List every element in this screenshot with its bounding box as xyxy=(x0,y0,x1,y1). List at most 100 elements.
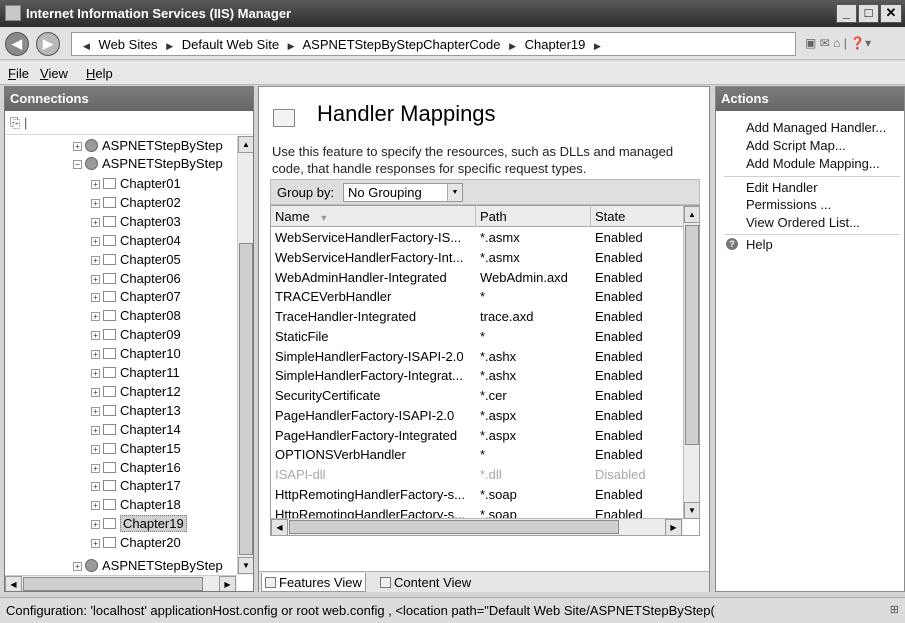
expand-icon[interactable]: + xyxy=(91,482,100,492)
expand-icon[interactable]: + xyxy=(91,180,100,189)
expand-icon[interactable]: + xyxy=(91,425,100,435)
scroll-thumb[interactable] xyxy=(239,243,253,555)
tree-item-chapter[interactable]: + Chapter04 xyxy=(91,232,181,250)
chevron-right-icon[interactable]: ▶ xyxy=(161,41,178,51)
table-row[interactable]: OPTIONSVerbHandler * Enabled xyxy=(271,445,683,465)
expand-icon[interactable]: + xyxy=(73,142,82,151)
column-header-path[interactable]: Path xyxy=(476,206,591,227)
tree-item-chapter[interactable]: + Chapter02 xyxy=(91,194,181,212)
breadcrumb-item[interactable]: Chapter19 xyxy=(525,37,586,52)
connect-icon[interactable]: ⎘ xyxy=(10,115,20,130)
menu-view[interactable]: View xyxy=(40,66,68,81)
tree-item-chapter[interactable]: + Chapter06 xyxy=(91,270,181,288)
table-vertical-scrollbar[interactable]: ▲ ▼ xyxy=(683,206,699,519)
expand-icon[interactable]: + xyxy=(91,274,100,284)
table-row[interactable]: WebAdminHandler-Integrated WebAdmin.axd En… xyxy=(271,268,683,288)
action-add-module-mapping[interactable]: Add Module Mapping... xyxy=(746,156,880,171)
tree-item-chapter[interactable]: + Chapter16 xyxy=(91,459,181,477)
minimize-button[interactable]: _ xyxy=(836,4,857,23)
maximize-button[interactable]: □ xyxy=(858,4,879,23)
chevron-right-icon[interactable]: ▶ xyxy=(504,41,521,51)
expand-icon[interactable]: + xyxy=(91,312,100,322)
table-horizontal-scrollbar[interactable]: ◀ ▶ xyxy=(271,518,683,535)
scroll-right-icon[interactable]: ▶ xyxy=(219,576,236,591)
scroll-left-icon[interactable]: ◀ xyxy=(5,576,22,591)
tree-item-chapter[interactable]: + Chapter08 xyxy=(91,307,181,325)
table-row[interactable]: WebServiceHandlerFactory-IS... *.asmx Enab… xyxy=(271,228,683,248)
tree-item-chapter[interactable]: + Chapter01 xyxy=(91,175,181,193)
table-row[interactable]: TraceHandler-Integrated trace.axd Enabled xyxy=(271,307,683,327)
forward-button[interactable]: ▶ xyxy=(36,32,60,56)
table-row[interactable]: SimpleHandlerFactory-ISAPI-2.0 *.ashx Enab… xyxy=(271,347,683,367)
tree-item-site[interactable]: + ASPNETStepByStep xyxy=(73,557,223,575)
expand-icon[interactable]: + xyxy=(91,406,100,416)
expand-icon[interactable]: + xyxy=(91,501,100,511)
expand-icon[interactable]: + xyxy=(91,255,100,265)
table-row[interactable]: TRACEVerbHandler * Enabled xyxy=(271,287,683,307)
help-icon[interactable]: | ❓▾ xyxy=(844,36,871,50)
expand-icon[interactable]: + xyxy=(91,217,100,227)
expand-icon[interactable]: + xyxy=(91,463,100,473)
expand-icon[interactable]: + xyxy=(73,562,82,571)
table-row[interactable]: StaticFile * Enabled xyxy=(271,327,683,347)
menu-file[interactable]: File xyxy=(8,66,29,81)
tree-item-chapter[interactable]: + Chapter20 xyxy=(91,534,181,552)
expand-icon[interactable]: + xyxy=(91,198,100,208)
tree-item-chapter[interactable]: + Chapter12 xyxy=(91,383,181,401)
scroll-left-icon[interactable]: ◀ xyxy=(271,519,288,535)
expand-icon[interactable]: + xyxy=(91,369,100,378)
expand-icon[interactable]: + xyxy=(91,539,100,549)
mail-icon[interactable]: ✉ xyxy=(820,36,830,50)
tree-item-chapter[interactable]: + Chapter09 xyxy=(91,326,181,344)
tree-item-chapter[interactable]: + Chapter14 xyxy=(91,421,181,439)
tree-item-site[interactable]: − ASPNETStepByStep xyxy=(73,155,223,173)
scroll-thumb[interactable] xyxy=(23,577,203,591)
breadcrumb-item[interactable]: Default Web Site xyxy=(182,37,279,52)
group-by-select[interactable]: No Grouping ▼ xyxy=(343,183,463,202)
expand-icon[interactable]: + xyxy=(91,444,100,454)
tree-item-site[interactable]: + ASPNETStepByStep xyxy=(73,137,223,155)
expand-icon[interactable]: + xyxy=(91,331,100,341)
scroll-up-icon[interactable]: ▲ xyxy=(238,136,253,153)
tab-content-view[interactable]: Content View xyxy=(377,573,474,592)
action-add-script-map[interactable]: Add Script Map... xyxy=(746,138,846,153)
action-edit-handler-permissions[interactable]: Edit Handler xyxy=(746,180,818,195)
action-view-ordered-list[interactable]: View Ordered List... xyxy=(746,215,860,230)
action-add-managed-handler[interactable]: Add Managed Handler... xyxy=(746,120,886,135)
table-row[interactable]: PageHandlerFactory-ISAPI-2.0 *.aspx Enable… xyxy=(271,406,683,426)
expand-icon[interactable]: + xyxy=(91,387,100,397)
home-icon[interactable]: ⌂ xyxy=(833,36,840,50)
tree-horizontal-scrollbar[interactable]: ◀ ▶ xyxy=(5,575,237,591)
back-button[interactable]: ◀ xyxy=(5,32,29,56)
tree-item-chapter[interactable]: + Chapter17 xyxy=(91,477,181,495)
tab-features-view[interactable]: Features View xyxy=(261,573,366,592)
scroll-down-icon[interactable]: ▼ xyxy=(684,502,699,519)
tree-vertical-scrollbar[interactable]: ▲ ▼ xyxy=(237,136,253,575)
scroll-up-icon[interactable]: ▲ xyxy=(684,206,699,223)
close-button[interactable]: ✕ xyxy=(880,4,902,23)
expand-icon[interactable]: + xyxy=(91,236,100,246)
expand-icon[interactable]: + xyxy=(91,520,100,530)
breadcrumb[interactable]: ◀ Web Sites ▶ Default Web Site ▶ ASPNETS… xyxy=(71,32,796,56)
tree-item-chapter[interactable]: + Chapter10 xyxy=(91,345,181,363)
table-row[interactable]: SimpleHandlerFactory-Integrat... *.ashx En… xyxy=(271,366,683,386)
help-icon[interactable]: ? xyxy=(726,238,738,250)
table-row[interactable]: ISAPI-dll *.dll Disabled xyxy=(271,465,683,485)
tree-item-chapter[interactable]: + Chapter15 xyxy=(91,440,181,458)
scroll-thumb[interactable] xyxy=(289,520,619,534)
collapse-icon[interactable]: − xyxy=(73,160,82,169)
table-row[interactable]: WebServiceHandlerFactory-Int... *.asmx Ena… xyxy=(271,248,683,268)
action-edit-handler-permissions-cont[interactable]: Permissions ... xyxy=(746,197,831,212)
breadcrumb-item[interactable]: Web Sites xyxy=(99,37,158,52)
tree-item-chapter[interactable]: + Chapter18 xyxy=(91,496,181,514)
breadcrumb-item[interactable]: ASPNETStepByStepChapterCode xyxy=(303,37,501,52)
network-icon[interactable]: ▣ xyxy=(805,36,816,50)
expand-icon[interactable]: + xyxy=(91,293,100,303)
action-help[interactable]: Help xyxy=(746,237,773,252)
tree-item-chapter[interactable]: + Chapter13 xyxy=(91,402,181,420)
column-header-name[interactable]: Name ▼ xyxy=(271,206,476,227)
tree-item-chapter[interactable]: + Chapter03 xyxy=(91,213,181,231)
chevron-left-icon[interactable]: ◀ xyxy=(78,41,95,51)
scroll-thumb[interactable] xyxy=(685,225,699,445)
expand-icon[interactable]: + xyxy=(91,350,100,360)
